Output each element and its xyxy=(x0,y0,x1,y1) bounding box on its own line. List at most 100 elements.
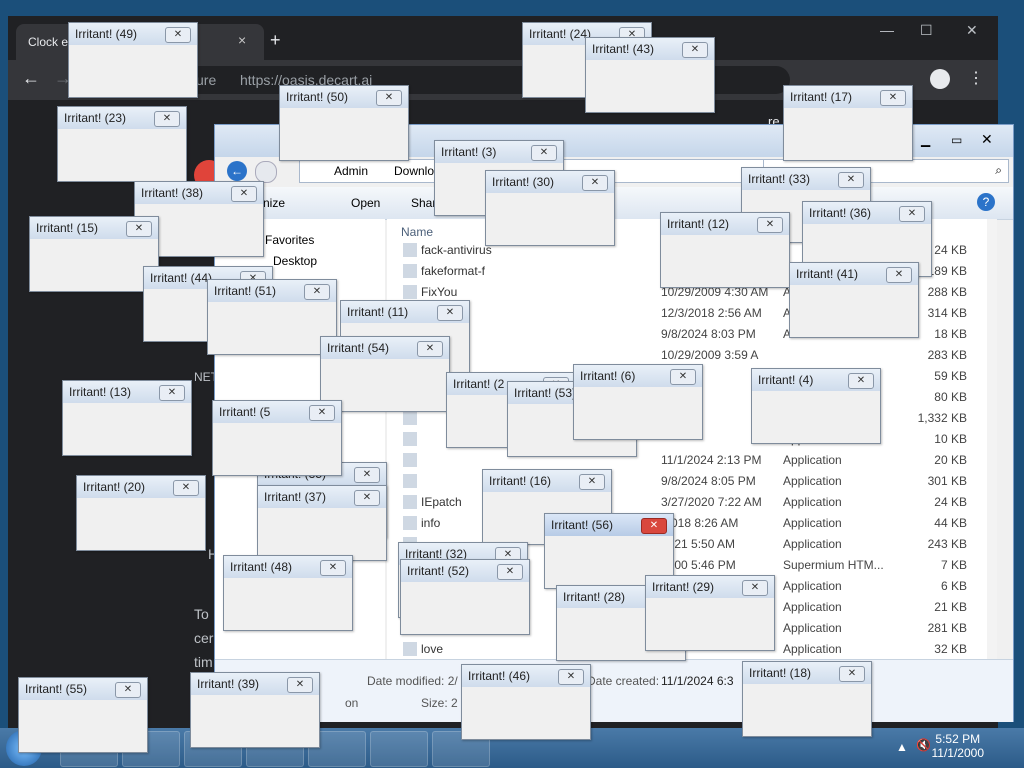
scrollbar[interactable] xyxy=(987,219,997,659)
close-icon[interactable]: ✕ xyxy=(354,467,380,483)
back-icon[interactable]: ← xyxy=(22,68,40,89)
dialog-titlebar[interactable]: Irritant! (36) ✕ xyxy=(803,202,931,224)
breadcrumb-admin[interactable]: Admin xyxy=(334,164,368,178)
irritant-dialog[interactable]: Irritant! (55) ✕ xyxy=(18,677,148,753)
irritant-dialog[interactable]: Irritant! (12) ✕ xyxy=(660,212,790,288)
close-icon[interactable]: ✕ xyxy=(231,186,257,202)
irritant-dialog[interactable]: Irritant! (30) ✕ xyxy=(485,170,615,246)
close-icon[interactable]: ✕ xyxy=(880,90,906,106)
irritant-dialog[interactable]: Irritant! (46) ✕ xyxy=(461,664,591,740)
close-icon[interactable]: ✕ xyxy=(165,27,191,43)
dialog-titlebar[interactable]: Irritant! (56) ✕ xyxy=(545,514,673,536)
irritant-dialog[interactable]: Irritant! (6) ✕ xyxy=(573,364,703,440)
forward-icon[interactable] xyxy=(255,161,277,183)
maximize-icon[interactable]: ▭ xyxy=(951,133,962,147)
close-icon[interactable]: ✕ xyxy=(304,284,330,300)
close-icon[interactable]: ✕ xyxy=(159,385,185,401)
dialog-titlebar[interactable]: Irritant! (52) ✕ xyxy=(401,560,529,582)
close-icon[interactable]: ✕ xyxy=(742,580,768,596)
volume-muted-icon[interactable]: 🔇 xyxy=(916,738,931,752)
close-icon[interactable]: ✕ xyxy=(981,131,993,148)
dialog-titlebar[interactable]: Irritant! (39) ✕ xyxy=(191,673,319,695)
breadcrumb-downloads[interactable]: Downlo xyxy=(394,164,434,178)
minimize-icon[interactable]: — xyxy=(880,22,894,38)
clock[interactable]: 5:52 PM 11/1/2000 xyxy=(932,732,985,760)
close-icon[interactable]: ✕ xyxy=(682,42,708,58)
irritant-dialog[interactable]: Irritant! (49) ✕ xyxy=(68,22,198,98)
dialog-titlebar[interactable]: Irritant! (16) ✕ xyxy=(483,470,611,492)
irritant-dialog[interactable]: Irritant! (5 ✕ xyxy=(212,400,342,476)
close-icon[interactable]: ✕ xyxy=(497,564,523,580)
new-tab-button[interactable]: + xyxy=(270,30,281,51)
dialog-titlebar[interactable]: Irritant! (43) ✕ xyxy=(586,38,714,60)
irritant-dialog[interactable]: Irritant! (23) ✕ xyxy=(57,106,187,182)
taskbar-item-doc[interactable] xyxy=(370,731,428,767)
close-icon[interactable]: ✕ xyxy=(173,480,199,496)
dialog-titlebar[interactable]: Irritant! (37) ✕ xyxy=(258,486,386,508)
dialog-titlebar[interactable]: Irritant! (18) ✕ xyxy=(743,662,871,684)
close-icon[interactable]: ✕ xyxy=(579,474,605,490)
help-icon[interactable]: ? xyxy=(977,193,995,211)
dialog-titlebar[interactable]: Irritant! (29) ✕ xyxy=(646,576,774,598)
close-icon[interactable]: ✕ xyxy=(309,405,335,421)
close-icon[interactable]: ✕ xyxy=(839,666,865,682)
dialog-titlebar[interactable]: Irritant! (5 ✕ xyxy=(213,401,341,423)
menu-icon[interactable]: ⋮ xyxy=(968,68,984,88)
irritant-dialog[interactable]: Irritant! (13) ✕ xyxy=(62,380,192,456)
close-icon[interactable]: ✕ xyxy=(437,305,463,321)
dialog-titlebar[interactable]: Irritant! (51) ✕ xyxy=(208,280,336,302)
irritant-dialog[interactable]: Irritant! (41) ✕ xyxy=(789,262,919,338)
share-button[interactable]: Shar xyxy=(411,196,436,210)
dialog-titlebar[interactable]: Irritant! (15) ✕ xyxy=(30,217,158,239)
dialog-titlebar[interactable]: Irritant! (12) ✕ xyxy=(661,213,789,235)
irritant-dialog[interactable]: Irritant! (43) ✕ xyxy=(585,37,715,113)
dialog-titlebar[interactable]: Irritant! (13) ✕ xyxy=(63,381,191,403)
dialog-titlebar[interactable]: Irritant! (23) ✕ xyxy=(58,107,186,129)
close-icon[interactable]: ✕ xyxy=(320,560,346,576)
dialog-titlebar[interactable]: Irritant! (11) ✕ xyxy=(341,301,469,323)
dialog-titlebar[interactable]: Irritant! (38) ✕ xyxy=(135,182,263,204)
irritant-dialog[interactable]: Irritant! (52) ✕ xyxy=(400,559,530,635)
close-icon[interactable]: ✕ xyxy=(899,206,925,222)
maximize-icon[interactable]: ☐ xyxy=(920,22,933,39)
close-icon[interactable]: ✕ xyxy=(838,172,864,188)
close-icon[interactable]: ✕ xyxy=(115,682,141,698)
irritant-dialog[interactable]: Irritant! (18) ✕ xyxy=(742,661,872,737)
irritant-dialog[interactable]: Irritant! (17) ✕ xyxy=(783,85,913,161)
irritant-dialog[interactable]: Irritant! (37) ✕ xyxy=(257,485,387,561)
dialog-titlebar[interactable]: Irritant! (54) ✕ xyxy=(321,337,449,359)
organize-button[interactable]: nize xyxy=(263,196,285,210)
close-icon[interactable]: ✕ xyxy=(670,369,696,385)
nav-favorites[interactable]: Favorites xyxy=(265,233,314,247)
dialog-titlebar[interactable]: Irritant! (3) ✕ xyxy=(435,141,563,163)
irritant-dialog[interactable]: Irritant! (4) ✕ xyxy=(751,368,881,444)
dialog-titlebar[interactable]: Irritant! (49) ✕ xyxy=(69,23,197,45)
file-row[interactable]: IEpatch 3/27/2020 7:22 AM Application 24 KB xyxy=(387,492,997,513)
minimize-icon[interactable]: ▁ xyxy=(921,133,930,147)
back-icon[interactable]: ← xyxy=(227,161,247,181)
close-icon[interactable]: ✕ xyxy=(154,111,180,127)
close-icon[interactable]: ✕ xyxy=(558,669,584,685)
dialog-titlebar[interactable]: Irritant! (30) ✕ xyxy=(486,171,614,193)
column-name[interactable]: Name xyxy=(401,225,433,239)
close-window-icon[interactable]: ✕ xyxy=(966,22,978,39)
close-icon[interactable]: ✕ xyxy=(582,175,608,191)
dialog-titlebar[interactable]: Irritant! (55) ✕ xyxy=(19,678,147,700)
dialog-titlebar[interactable]: Irritant! (33) ✕ xyxy=(742,168,870,190)
close-icon[interactable]: ✕ xyxy=(757,217,783,233)
close-icon[interactable]: ✕ xyxy=(641,518,667,534)
close-icon[interactable]: ✕ xyxy=(531,145,557,161)
dialog-titlebar[interactable]: Irritant! (41) ✕ xyxy=(790,263,918,285)
close-icon[interactable]: ✕ xyxy=(848,373,874,389)
dialog-titlebar[interactable]: Irritant! (46) ✕ xyxy=(462,665,590,687)
dialog-titlebar[interactable]: Irritant! (4) ✕ xyxy=(752,369,880,391)
dialog-titlebar[interactable]: Irritant! (6) ✕ xyxy=(574,365,702,387)
close-icon[interactable]: ✕ xyxy=(287,677,313,693)
file-row[interactable]: 11/1/2024 2:13 PM Application 20 KB xyxy=(387,450,997,471)
tray-arrow-icon[interactable]: ▲ xyxy=(896,740,908,754)
irritant-dialog[interactable]: Irritant! (51) ✕ xyxy=(207,279,337,355)
irritant-dialog[interactable]: Irritant! (20) ✕ xyxy=(76,475,206,551)
dialog-titlebar[interactable]: Irritant! (17) ✕ xyxy=(784,86,912,108)
open-button[interactable]: Open xyxy=(351,196,380,210)
irritant-dialog[interactable]: Irritant! (39) ✕ xyxy=(190,672,320,748)
